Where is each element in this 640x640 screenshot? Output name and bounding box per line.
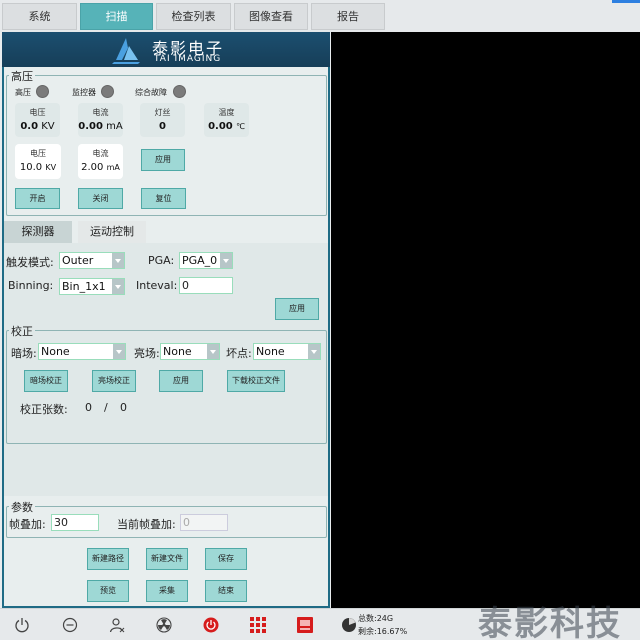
bad-pixel-label: 坏点:	[226, 347, 252, 360]
monitor-status-lamp-icon	[101, 85, 114, 98]
dark-field-select[interactable]: None	[38, 343, 126, 360]
readout-value: 0.0 KV	[20, 121, 55, 132]
params-group-title: 参数	[9, 499, 35, 515]
emergency-stop-icon[interactable]	[203, 617, 219, 633]
tab-report[interactable]: 报告	[311, 3, 385, 30]
tab-image-view[interactable]: 图像查看	[234, 3, 308, 30]
subtab-motion-control[interactable]: 运动控制	[78, 221, 146, 243]
chevron-down-icon	[113, 344, 125, 359]
calibration-count-total: 0	[120, 401, 127, 414]
pga-label: PGA:	[148, 254, 175, 267]
inteval-input[interactable]: 0	[179, 277, 233, 294]
chevron-down-icon	[207, 344, 219, 359]
hv-current-readout: 电流 0.00 mA	[78, 103, 123, 137]
readout-value: 0	[159, 121, 166, 132]
minimize-icon[interactable]	[62, 617, 78, 633]
hv-group-title: 高压	[9, 68, 35, 84]
grid-icon[interactable]	[250, 617, 266, 633]
stop-button[interactable]: 结束	[205, 580, 247, 602]
tab-scan[interactable]: 扫描	[80, 3, 153, 30]
image-view-area[interactable]	[331, 32, 640, 608]
inteval-label: Inteval:	[136, 279, 178, 292]
top-tab-bar: 系统 扫描 检查列表 图像查看 报告	[0, 0, 640, 32]
power-icon[interactable]	[14, 617, 30, 633]
chevron-down-icon	[220, 253, 232, 268]
calibration-count-label: 校正张数:	[20, 403, 68, 416]
hv-reset-button[interactable]: 复位	[141, 188, 186, 209]
new-file-button[interactable]: 新建文件	[146, 548, 188, 570]
hv-status-lamp-icon	[36, 85, 49, 98]
watermark: 泰影科技	[478, 604, 622, 640]
hv-apply-button[interactable]: 应用	[141, 149, 185, 171]
hv-off-button[interactable]: 关闭	[78, 188, 123, 209]
chevron-down-icon	[112, 253, 124, 268]
calibration-count-separator: /	[104, 401, 108, 414]
dark-field-label: 暗场:	[11, 347, 37, 360]
save-button[interactable]: 保存	[205, 548, 247, 570]
tab-system[interactable]: 系统	[2, 3, 77, 30]
hv-on-button[interactable]: 开启	[15, 188, 60, 209]
user-logout-icon[interactable]	[109, 617, 125, 633]
lamp-label-monitor: 监控器	[72, 88, 96, 97]
plc-icon[interactable]	[297, 617, 313, 633]
tab-check-list[interactable]: 检查列表	[156, 3, 231, 30]
tai-imaging-logo-icon	[112, 38, 140, 64]
dark-calibration-button[interactable]: 暗场校正	[24, 370, 68, 392]
readout-value: 0.00 mA	[78, 121, 123, 132]
brand-header: 泰影电子 TAI IMAGING	[2, 32, 330, 67]
frame-stack-input[interactable]: 30	[51, 514, 99, 531]
new-path-button[interactable]: 新建路径	[87, 548, 129, 570]
current-frame-stack-label: 当前帧叠加:	[117, 518, 176, 531]
disk-info: 总数:24G 剩余:16.67%	[358, 612, 407, 638]
hv-voltage-readout: 电压 0.0 KV	[15, 103, 60, 137]
bright-field-select[interactable]: None	[160, 343, 220, 360]
readout-caption: 电压	[29, 108, 46, 117]
fault-status-lamp-icon	[173, 85, 186, 98]
current-frame-stack-input: 0	[180, 514, 228, 531]
frame-stack-label: 帧叠加:	[9, 518, 46, 531]
field-caption: 电流	[92, 149, 109, 158]
chevron-down-icon	[112, 279, 124, 294]
subtab-detector[interactable]: 探测器	[4, 221, 72, 243]
binning-label: Binning:	[8, 279, 54, 292]
calibration-count-done: 0	[85, 401, 92, 414]
binning-select[interactable]: Bin_1x1	[59, 278, 125, 295]
set-voltage-field[interactable]: 电压 10.0 KV	[15, 144, 61, 179]
readout-value: 0.00 ℃	[208, 121, 245, 132]
trigger-mode-select[interactable]: Outer	[59, 252, 125, 269]
calibration-group-title: 校正	[9, 323, 35, 339]
disk-usage-pie-icon	[342, 618, 356, 632]
bad-pixel-select[interactable]: None	[253, 343, 321, 360]
brand-name-en: TAI IMAGING	[154, 54, 222, 64]
readout-caption: 电流	[92, 108, 109, 117]
temperature-readout: 温度 0.00 ℃	[204, 103, 249, 137]
filament-readout: 灯丝 0	[140, 103, 185, 137]
detector-apply-button[interactable]: 应用	[275, 298, 319, 320]
field-caption: 电压	[30, 149, 46, 158]
readout-caption: 温度	[218, 108, 235, 117]
trigger-mode-label: 触发模式:	[6, 256, 54, 269]
readout-caption: 灯丝	[154, 108, 171, 117]
pga-select[interactable]: PGA_0	[179, 252, 233, 269]
disk-total: 总数:24G	[358, 614, 394, 623]
preview-button[interactable]: 预览	[87, 580, 129, 602]
lamp-label-hv: 高压	[15, 88, 31, 97]
lamp-label-fault: 综合故障	[135, 88, 167, 97]
acquire-button[interactable]: 采集	[146, 580, 188, 602]
disk-remaining: 剩余:16.67%	[358, 627, 408, 636]
download-calibration-button[interactable]: 下载校正文件	[227, 370, 285, 392]
bright-calibration-button[interactable]: 亮场校正	[92, 370, 136, 392]
chevron-down-icon	[308, 344, 320, 359]
field-value: 2.00 mA	[81, 162, 120, 173]
field-value: 10.0 KV	[19, 162, 57, 173]
bright-field-label: 亮场:	[134, 347, 160, 360]
window-corner-marker	[612, 0, 640, 3]
set-current-field[interactable]: 电流 2.00 mA	[78, 144, 123, 179]
calibration-apply-button[interactable]: 应用	[159, 370, 203, 392]
radiation-icon[interactable]	[156, 617, 172, 633]
